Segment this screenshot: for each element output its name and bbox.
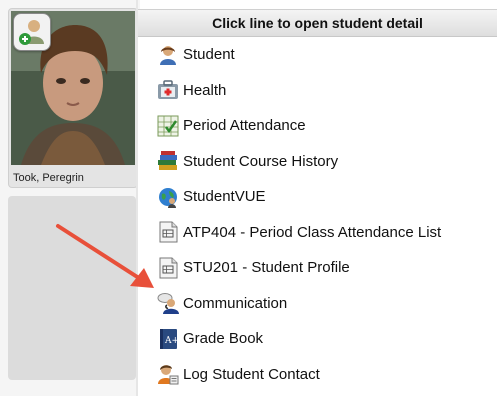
left-column: Took, Peregrin: [0, 0, 140, 396]
menu-item-atp404[interactable]: ATP404 - Period Class Attendance List: [138, 215, 497, 251]
menu-item-studentvue[interactable]: StudentVUE: [138, 179, 497, 215]
menu-item-communication[interactable]: Communication: [138, 286, 497, 322]
empty-side-panel: [8, 196, 136, 380]
add-photo-button[interactable]: [13, 13, 51, 51]
health-kit-icon: [157, 79, 179, 101]
menu-item-grade-book[interactable]: A+ Grade Book: [138, 321, 497, 357]
menu-item-label: Grade Book: [183, 330, 264, 348]
menu-item-label: Communication: [183, 294, 288, 312]
menu-list: Student Health Period Attendance Student…: [138, 37, 497, 392]
menu-item-student[interactable]: Student: [138, 37, 497, 73]
log-contact-icon: [157, 363, 179, 385]
menu-item-label: Period Attendance: [183, 117, 306, 135]
menu-item-label: Student: [183, 46, 235, 64]
student-detail-menu: Click line to open student detail Studen…: [138, 9, 497, 396]
svg-text:A+: A+: [164, 336, 179, 346]
period-attendance-icon: [157, 115, 179, 137]
student-icon: [157, 44, 179, 66]
add-photo-icon: [19, 20, 44, 45]
course-history-books-icon: [157, 150, 179, 172]
menu-item-label: Health: [183, 81, 227, 99]
menu-item-label: Student Course History: [183, 152, 339, 170]
menu-item-label: Log Student Contact: [183, 365, 320, 383]
menu-item-label: StudentVUE: [183, 188, 266, 206]
menu-item-health[interactable]: Health: [138, 73, 497, 109]
student-photo-card[interactable]: Took, Peregrin: [8, 8, 138, 188]
menu-item-stu201[interactable]: STU201 - Student Profile: [138, 250, 497, 286]
report-document-icon: [157, 221, 179, 243]
menu-item-log-student-contact[interactable]: Log Student Contact: [138, 357, 497, 393]
student-name: Took, Peregrin: [13, 172, 84, 184]
menu-item-label: STU201 - Student Profile: [183, 259, 350, 277]
menu-header: Click line to open student detail: [138, 9, 497, 37]
globe-user-icon: [157, 186, 179, 208]
report-document-icon: [157, 257, 179, 279]
communication-icon: [157, 292, 179, 315]
menu-item-label: ATP404 - Period Class Attendance List: [183, 223, 442, 241]
grade-book-icon: A+: [157, 328, 179, 350]
menu-item-student-course-history[interactable]: Student Course History: [138, 144, 497, 180]
menu-item-period-attendance[interactable]: Period Attendance: [138, 108, 497, 144]
